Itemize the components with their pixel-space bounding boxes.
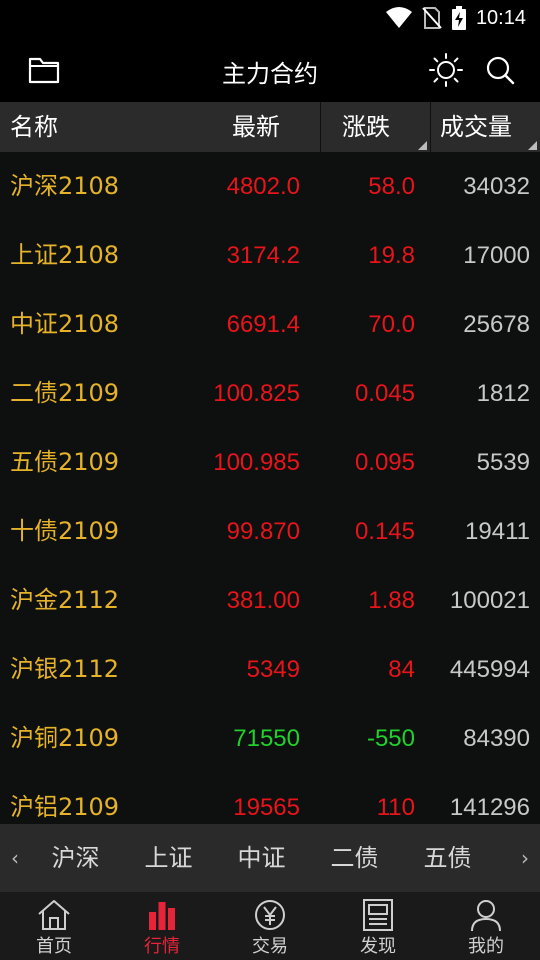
contract-name: 沪铜2109 [10,724,120,752]
column-divider [430,102,431,152]
contract-change: 19.8 [368,242,415,269]
contract-row[interactable]: 沪铜2109 71550 -550 84390 [0,704,540,773]
scroll-right-icon[interactable]: › [510,824,540,892]
contract-last-price: 71550 [233,725,300,752]
no-sim-icon [422,7,442,29]
battery-charging-icon [451,6,466,30]
nav-discover[interactable]: 发现 [324,892,432,960]
contract-change: 0.095 [354,449,415,476]
contract-row[interactable]: 十债2109 99.870 0.145 19411 [0,497,540,566]
contract-row[interactable]: 中证2108 6691.4 70.0 25678 [0,290,540,359]
contract-last-price: 381.00 [226,587,300,614]
contract-change: 84 [388,656,415,683]
quick-tabs-bar: ‹ 沪深 上证 中证 二债 五债 › [0,824,540,892]
contract-last-price: 3174.2 [226,242,300,269]
contract-volume: 1812 [476,380,530,407]
column-change[interactable]: 涨跌 [342,102,390,152]
contract-change: 1.88 [368,587,415,614]
app-header: 主力合约 [0,36,540,102]
contract-name: 中证2108 [10,310,120,338]
contract-name: 沪铝2109 [10,793,120,821]
contract-last-price: 6691.4 [226,311,300,338]
contract-row[interactable]: 五债2109 100.985 0.095 5539 [0,428,540,497]
nav-label: 发现 [360,936,396,957]
contract-change: 110 [376,794,415,821]
column-name[interactable]: 名称 [10,102,58,152]
column-divider [320,102,321,152]
contract-row[interactable]: 沪铝2109 19565 110 141296 [0,773,540,824]
contract-volume: 445994 [449,656,530,683]
status-bar: 10:14 [0,0,540,36]
contract-name: 上证2108 [10,241,120,269]
column-volume[interactable]: 成交量 [440,102,512,152]
contract-row[interactable]: 沪金2112 381.00 1.88 100021 [0,566,540,635]
contract-volume: 19411 [465,518,530,545]
contract-change: 58.0 [368,173,415,200]
market-chart-icon [149,902,175,930]
quick-tab[interactable]: 沪深 [29,824,122,892]
nav-profile[interactable]: 我的 [432,892,540,960]
quick-tab[interactable]: 二债 [308,824,401,892]
contract-volume: 5539 [476,449,530,476]
contract-last-price: 4802.0 [226,173,300,200]
contract-name: 沪银2112 [10,655,120,683]
contract-last-price: 19565 [233,794,300,821]
quick-tab[interactable]: 五债 [401,824,494,892]
nav-home[interactable]: 首页 [0,892,108,960]
quick-tab[interactable]: 中证 [215,824,308,892]
column-header-bar: 名称 最新 涨跌 成交量 [0,102,540,152]
contract-row[interactable]: 沪银2112 5349 84 445994 [0,635,540,704]
contract-last-price: 5349 [246,656,300,683]
contract-volume: 141296 [449,794,530,821]
news-icon [363,899,393,931]
contract-change: 70.0 [368,311,415,338]
nav-market[interactable]: 行情 [108,892,216,960]
sort-indicator-icon [418,141,427,150]
contract-volume: 34032 [463,173,530,200]
contract-name: 五债2109 [10,448,120,476]
contract-volume: 84390 [463,725,530,752]
contract-change: -550 [366,725,415,752]
contract-volume: 100021 [449,587,530,614]
contract-row[interactable]: 沪深2108 4802.0 58.0 34032 [0,152,540,221]
nav-label: 行情 [144,936,180,957]
column-last[interactable]: 最新 [232,102,280,152]
status-time: 10:14 [475,6,526,29]
contract-last-price: 99.870 [226,518,300,545]
contract-name: 沪深2108 [10,172,120,200]
home-icon [38,900,70,930]
nav-trade[interactable]: 交易 [216,892,324,960]
contract-change: 0.145 [354,518,415,545]
search-icon [486,56,515,85]
contract-last-price: 100.825 [213,380,300,407]
theme-toggle-button[interactable] [428,52,464,88]
wifi-icon [385,7,412,28]
contract-change: 0.045 [354,380,415,407]
nav-label: 首页 [36,936,72,957]
quick-tab[interactable]: 上证 [122,824,215,892]
contract-list: 沪深2108 4802.0 58.0 34032 上证2108 3174.2 19.8 170… [0,152,540,824]
contract-last-price: 100.985 [213,449,300,476]
brightness-icon [429,53,463,87]
user-icon [471,900,501,932]
contract-name: 十债2109 [10,517,120,545]
yen-circle-icon [255,900,285,930]
scroll-left-icon[interactable]: ‹ [0,824,30,892]
bottom-navigation: 首页 行情 交易 发现 我的 [0,892,540,960]
contract-row[interactable]: 二债2109 100.825 0.045 1812 [0,359,540,428]
search-button[interactable] [482,52,518,88]
contract-name: 二债2109 [10,379,120,407]
contract-row[interactable]: 上证2108 3174.2 19.8 17000 [0,221,540,290]
contract-volume: 17000 [463,242,530,269]
nav-label: 我的 [468,936,504,957]
contract-name: 沪金2112 [10,586,120,614]
nav-label: 交易 [252,936,288,957]
sort-indicator-icon [528,141,537,150]
contract-volume: 25678 [463,311,530,338]
